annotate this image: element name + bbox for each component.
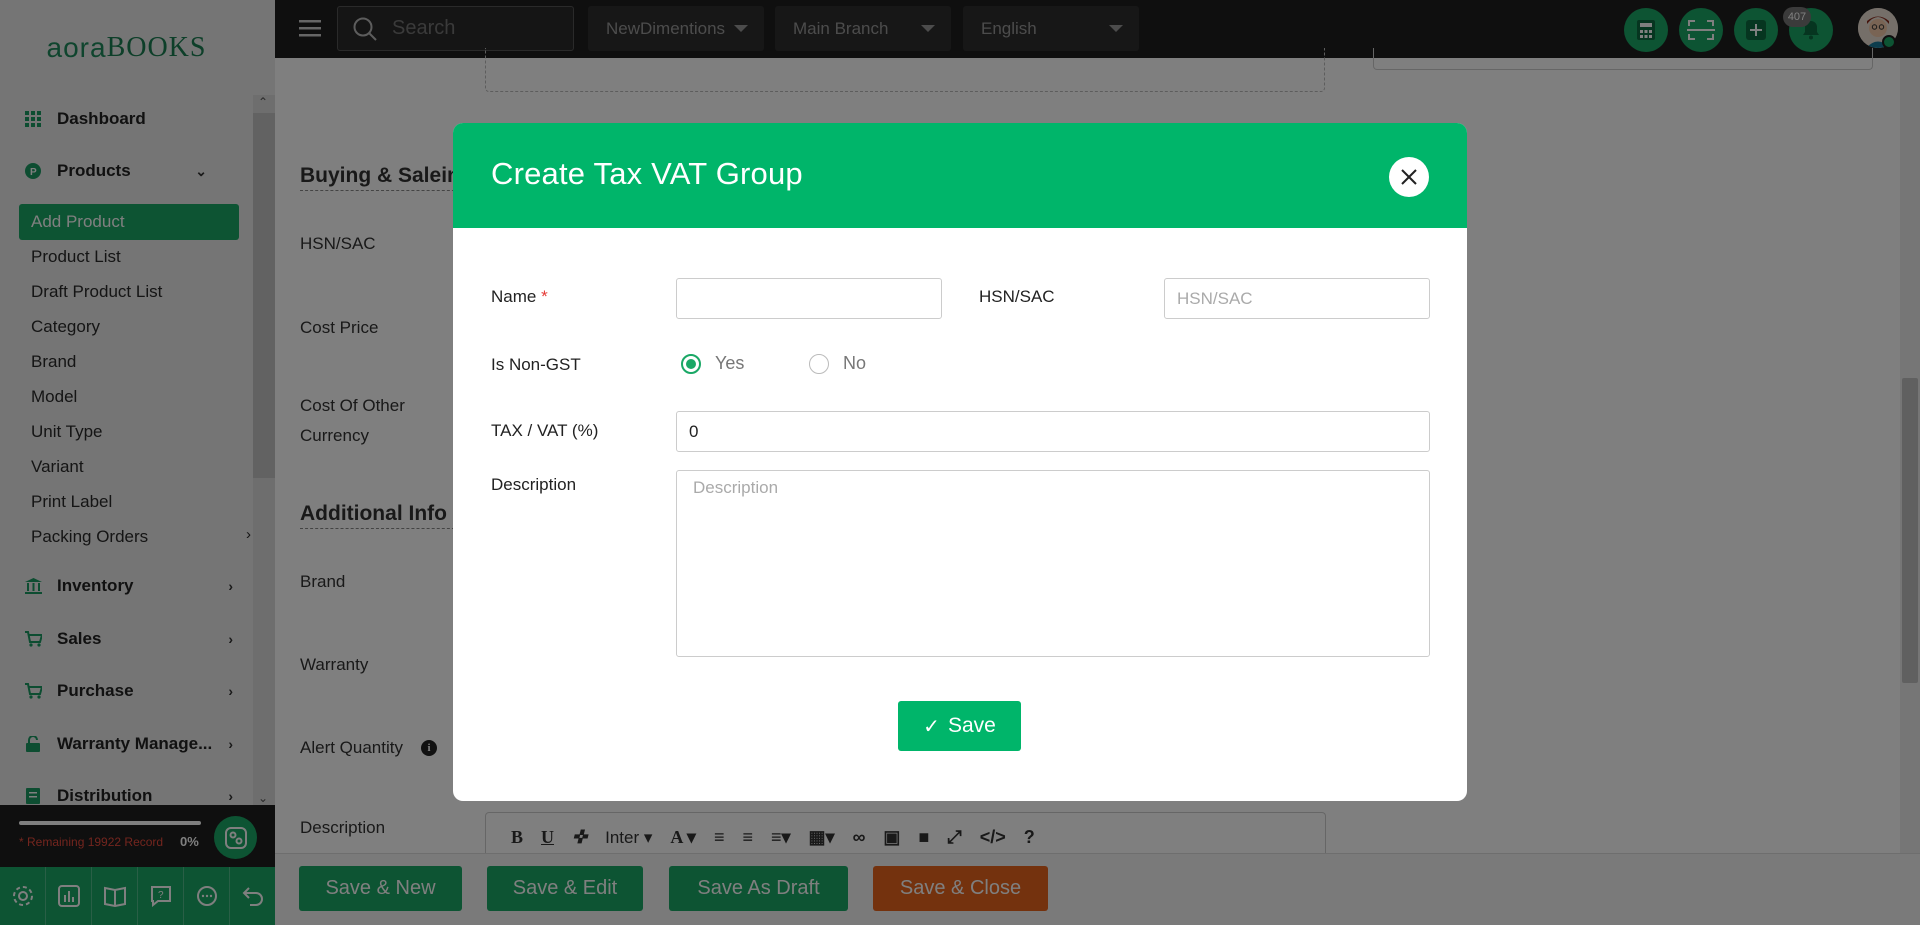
radio-unchecked-icon	[809, 353, 829, 374]
save-button-label: Save	[947, 714, 996, 737]
tax-vat-input[interactable]	[676, 411, 1430, 452]
create-tax-vat-group-modal: Create Tax VAT Group Name * HSN/SAC Is N…	[453, 123, 1467, 801]
radio-label: No	[843, 353, 867, 373]
close-button[interactable]	[1389, 157, 1429, 197]
save-button[interactable]: ✓ Save	[898, 701, 1021, 751]
modal-title: Create Tax VAT Group	[491, 156, 803, 191]
checkmark-icon: ✓	[923, 715, 940, 738]
non-gst-no-radio[interactable]: No	[809, 353, 866, 374]
non-gst-yes-radio[interactable]: Yes	[681, 353, 744, 374]
non-gst-label: Is Non-GST	[491, 355, 581, 374]
description-textarea[interactable]	[676, 470, 1430, 657]
hsn-sac-input[interactable]	[1164, 278, 1430, 319]
radio-checked-icon	[681, 353, 701, 374]
name-label: Name *	[491, 287, 548, 307]
tax-vat-label: TAX / VAT (%)	[491, 421, 599, 440]
name-label-text: Name	[491, 287, 537, 306]
required-mark: *	[541, 287, 548, 306]
name-input[interactable]	[676, 278, 942, 319]
description-label: Description	[491, 475, 577, 494]
radio-label: Yes	[715, 353, 745, 373]
close-icon	[1401, 169, 1417, 185]
hsn-sac-label: HSN/SAC	[979, 287, 1055, 306]
modal-header: Create Tax VAT Group	[453, 123, 1467, 228]
